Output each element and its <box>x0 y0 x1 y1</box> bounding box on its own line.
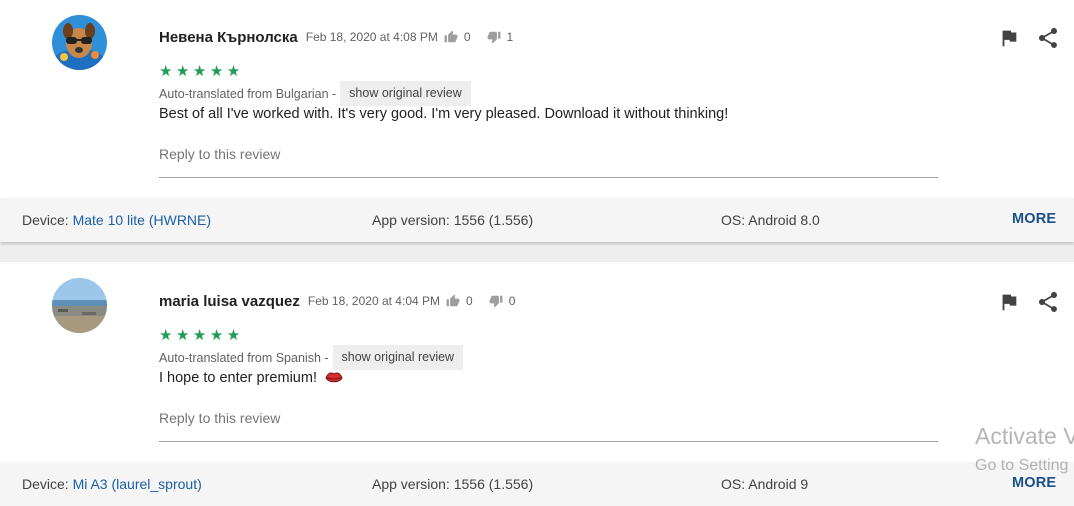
author-name: Невена Кърнолска <box>159 28 298 46</box>
activation-watermark-subtitle: Go to Setting <box>975 457 1069 474</box>
star-rating: ★★★★★ <box>159 327 244 344</box>
flag-icon[interactable] <box>998 27 1020 49</box>
show-original-button[interactable]: show original review <box>332 345 464 370</box>
thumbs-down-button[interactable]: 1 <box>487 30 514 44</box>
share-icon[interactable] <box>1036 26 1060 50</box>
thumbs-down-count: 0 <box>508 294 516 308</box>
review-date: Feb 18, 2020 at 4:04 PM <box>307 294 440 308</box>
thumbs-up-count: 0 <box>466 294 473 308</box>
activation-watermark-title: Activate V <box>975 423 1074 449</box>
review-text: Best of all I've worked with. It's very … <box>159 106 729 122</box>
review-text: I hope to enter premium! <box>159 370 317 386</box>
device-info-bar: Device: Mi A3 (laurel_sprout) App versio… <box>0 462 1074 506</box>
app-version: App version: 1556 (1.556) <box>372 212 534 228</box>
reply-input[interactable]: Reply to this review <box>159 146 938 178</box>
share-icon[interactable] <box>1036 290 1060 314</box>
more-button[interactable]: MORE <box>1012 475 1056 491</box>
app-version: App version: 1556 (1.556) <box>372 476 534 492</box>
translation-note: Auto-translated from Spanish - show orig… <box>159 345 464 370</box>
thumbs-down-icon <box>489 295 503 308</box>
device-info-bar: Device: Mate 10 lite (HWRNE) App version… <box>0 198 1074 242</box>
show-original-button[interactable]: show original review <box>340 81 471 106</box>
more-button[interactable]: MORE <box>1012 211 1056 227</box>
os-version: OS: Android 8.0 <box>721 212 820 228</box>
review-header: Невена Кърнолска Feb 18, 2020 at 4:08 PM… <box>159 27 513 47</box>
translation-note: Auto-translated from Bulgarian - show or… <box>159 81 471 106</box>
thumbs-up-button[interactable]: 0 <box>446 294 473 308</box>
author-name: maria luisa vazquez <box>159 292 300 310</box>
device-info: Device: Mi A3 (laurel_sprout) <box>22 476 202 492</box>
device-link[interactable]: Mi A3 (laurel_sprout) <box>73 476 202 492</box>
thumbs-up-button[interactable]: 0 <box>444 30 471 44</box>
thumbs-up-icon <box>446 294 460 307</box>
thumbs-up-count: 0 <box>463 30 471 44</box>
review-card: maria luisa vazquez Feb 18, 2020 at 4:04… <box>0 262 1074 462</box>
lips-emoji <box>325 372 343 383</box>
thumbs-down-icon <box>487 31 500 44</box>
avatar[interactable] <box>52 15 107 70</box>
thumbs-up-icon <box>444 30 458 43</box>
avatar[interactable] <box>52 278 107 333</box>
device-label: Device: <box>22 476 73 492</box>
flag-icon[interactable] <box>998 291 1020 313</box>
review-header: maria luisa vazquez Feb 18, 2020 at 4:04… <box>159 291 515 311</box>
translation-label: Auto-translated from Spanish - <box>159 350 329 365</box>
os-version: OS: Android 9 <box>721 476 809 492</box>
device-info: Device: Mate 10 lite (HWRNE) <box>22 212 211 228</box>
device-link[interactable]: Mate 10 lite (HWRNE) <box>73 212 211 228</box>
review-date: Feb 18, 2020 at 4:08 PM <box>305 30 438 44</box>
star-rating: ★★★★★ <box>159 63 244 80</box>
thumbs-down-count: 1 <box>506 30 514 44</box>
thumbs-down-button[interactable]: 0 <box>489 294 516 308</box>
translation-label: Auto-translated from Bulgarian - <box>159 86 337 101</box>
review-card: Невена Кърнолска Feb 18, 2020 at 4:08 PM… <box>0 0 1074 198</box>
device-label: Device: <box>22 212 73 228</box>
review-text-container: I hope to enter premium! <box>159 370 343 386</box>
reply-input[interactable]: Reply to this review <box>159 410 938 442</box>
